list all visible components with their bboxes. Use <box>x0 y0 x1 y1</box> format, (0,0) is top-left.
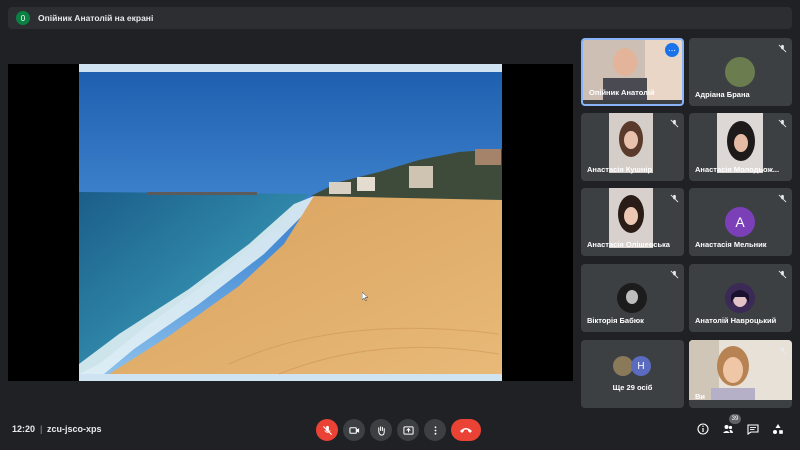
avatar <box>725 57 755 87</box>
participant-name: Ви <box>695 392 706 401</box>
separator: | <box>40 424 43 434</box>
hand-icon <box>377 425 385 436</box>
participant-name: Опійник Анатолій <box>589 88 655 97</box>
meeting-details-button[interactable] <box>696 422 710 436</box>
participant-name: Анастасія Мельник <box>695 240 767 249</box>
present-icon <box>402 425 414 435</box>
participants-button[interactable] <box>721 422 735 436</box>
meeting-code: zcu-jsco-xps <box>47 424 102 434</box>
avatar <box>617 283 647 313</box>
camera-toggle-button[interactable] <box>343 419 365 441</box>
clock: 12:20 <box>12 424 36 434</box>
more-options-button[interactable] <box>424 419 446 441</box>
participant-name: Анастасія Кушнір <box>587 165 653 174</box>
people-icon <box>723 425 733 433</box>
participant-tile-presenter[interactable]: ⋯ Опійник Анатолій <box>581 38 684 106</box>
participant-tile[interactable]: Адріана Брана <box>689 38 792 106</box>
others-count-label: Ще 29 осіб <box>612 383 653 392</box>
participant-name: Адріана Брана <box>695 90 750 99</box>
avatar <box>613 356 633 376</box>
activities-icon <box>773 424 783 434</box>
presentation-banner-text: Опійник Анатолій на екрані <box>38 13 154 23</box>
participant-tile[interactable]: Анастасія Олішевська <box>581 188 684 256</box>
shared-screen-image <box>79 64 502 381</box>
participant-tile[interactable]: Анатолій Навроцький <box>689 264 792 332</box>
participant-name: Вікторія Бабюк <box>587 316 644 325</box>
mic-off-icon <box>776 42 788 54</box>
mic-off-icon <box>668 117 680 129</box>
avatar: H <box>631 356 651 376</box>
participant-tile[interactable]: Анастасія Кушнір <box>581 113 684 181</box>
others-tile[interactable]: H Ще 29 осіб <box>581 340 684 408</box>
presentation-banner: 0 Опійник Анатолій на екрані <box>8 7 792 29</box>
participant-tile[interactable]: A Анастасія Мельник <box>689 188 792 256</box>
presenter-badge: 0 <box>16 11 30 25</box>
present-screen-button[interactable] <box>397 419 419 441</box>
mic-off-icon <box>776 117 788 129</box>
self-tile[interactable]: Ви <box>689 340 792 408</box>
participant-tile[interactable]: Анастасія Молодьож... <box>689 113 792 181</box>
mic-off-icon <box>668 192 680 204</box>
camera-icon <box>348 426 359 434</box>
bottom-control-bar: 12:20 | zcu-jsco-xps 39 <box>0 410 800 450</box>
participant-name: Анатолій Навроцький <box>695 316 777 325</box>
chat-icon <box>747 424 759 435</box>
avatar <box>725 283 755 313</box>
more-options-icon[interactable]: ⋯ <box>665 43 679 57</box>
participant-name: Анастасія Олішевська <box>587 240 670 249</box>
chat-button[interactable] <box>746 422 760 436</box>
mic-off-icon <box>668 268 680 280</box>
hang-up-icon <box>460 428 472 433</box>
info-icon <box>697 423 709 435</box>
avatar: A <box>725 207 755 237</box>
mic-off-icon <box>776 268 788 280</box>
participant-tile[interactable]: Вікторія Бабюк <box>581 264 684 332</box>
raise-hand-button[interactable] <box>370 419 392 441</box>
mic-toggle-button[interactable] <box>316 419 338 441</box>
mic-off-icon <box>776 344 788 356</box>
mic-off-icon <box>776 192 788 204</box>
participant-count-badge: 39 <box>729 414 741 424</box>
activities-button[interactable] <box>771 422 785 436</box>
participant-name: Анастасія Молодьож... <box>695 165 780 174</box>
mic-off-icon <box>322 425 332 435</box>
more-vert-icon <box>434 425 436 435</box>
mouse-cursor-icon <box>362 292 368 301</box>
leave-call-button[interactable] <box>451 419 481 441</box>
